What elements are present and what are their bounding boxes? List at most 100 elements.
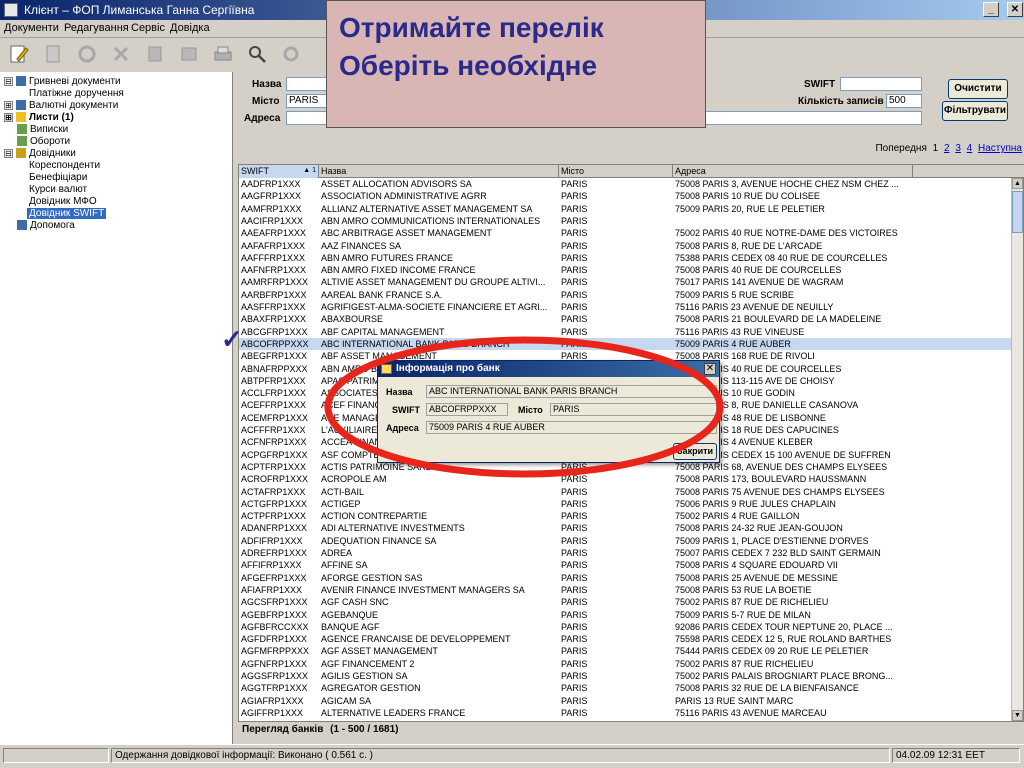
filter-button[interactable]: Фільтрувати — [942, 101, 1008, 121]
pager-prev[interactable]: Попередня — [875, 143, 926, 154]
tree-item-correspondents[interactable]: Кореспонденти — [29, 159, 100, 171]
scroll-up-icon[interactable]: ▲ — [1012, 178, 1023, 189]
cell-address: 75002 PARIS 40 RUE NOTRE-DAME DES VICTOI… — [675, 228, 898, 239]
table-row[interactable]: AFIAFRP1XXX AVENIR FINANCE INVESTMENT MAN… — [239, 584, 1013, 596]
pager-page-link[interactable]: 3 — [955, 143, 961, 154]
menu-service[interactable]: Сервіс — [131, 22, 165, 34]
cell-name: AGEBANQUE — [321, 609, 379, 620]
collapse-icon[interactable]: ⊟ — [4, 148, 13, 158]
table-row[interactable]: ABCOFRPPXXX ABC INTERNATIONAL BANK PARIS … — [239, 337, 1013, 351]
table-row[interactable]: AAMFRP1XXX ALLIANZ ALTERNATIVE ASSET MANA… — [239, 203, 1013, 215]
table-row[interactable]: AAFFFRP1XXX ABN AMRO FUTURES FRANCE PARIS 7… — [239, 252, 1013, 264]
cell-city: PARIS — [561, 548, 588, 558]
scroll-thumb[interactable] — [1012, 191, 1023, 233]
tree-item-uah-docs[interactable]: ⊟ Гривневі документи — [4, 75, 121, 87]
dialog-address-value[interactable]: 75009 PARIS 4 RUE AUBER — [426, 421, 717, 434]
table-row[interactable]: ABCGFRP1XXX ABF CAPITAL MANAGEMENT PARIS 75… — [239, 326, 1013, 338]
scroll-down-icon[interactable]: ▼ — [1012, 710, 1023, 721]
column-header-name[interactable]: Назва — [319, 165, 559, 178]
table-row[interactable]: AGIAFRP1XXX AGICAM SA PARIS PARIS 13 RUE SA… — [239, 695, 1013, 707]
cell-city: PARIS — [561, 634, 588, 645]
table-row[interactable]: AAFNFRP1XXX ABN AMRO FIXED INCOME FRANCE P… — [239, 264, 1013, 276]
close-window-button[interactable]: ✕ — [1007, 2, 1023, 17]
table-row[interactable]: AGFBFRCCXXX BANQUE AGF PARIS 92086 PARIS CE… — [239, 621, 1013, 633]
new-document-button[interactable] — [6, 41, 32, 67]
table-row[interactable]: AGGTFRP1XXX AGREGATOR GESTION PARIS 75008 P… — [239, 682, 1013, 694]
table-row[interactable]: AAMRFRP1XXX ALTIVIE ASSET MANAGEMENT DU G… — [239, 276, 1013, 288]
table-row[interactable]: ADFIFRP1XXX ADEQUATION FINANCE SA PARIS 750… — [239, 535, 1013, 547]
table-row[interactable]: ABAXFRP1XXX ABAXBOURSE PARIS 75008 PARIS 21… — [239, 313, 1013, 325]
cell-swift: ACTPFRP1XXX — [241, 511, 307, 522]
table-row[interactable]: AGCSFRP1XXX AGF CASH SNC PARIS 75002 PARIS … — [239, 596, 1013, 608]
expand-icon[interactable]: ⊞ — [4, 112, 13, 122]
table-row[interactable]: ACTPFRP1XXX ACTION CONTREPARTIE PARIS 75002… — [239, 510, 1013, 522]
table-row[interactable]: AGFMFRPPXXX AGF ASSET MANAGEMENT PARIS 7544… — [239, 645, 1013, 657]
table-row[interactable]: AAGFRP1XXX ASSOCIATION ADMINISTRATIVE AGR… — [239, 190, 1013, 202]
send-button[interactable] — [176, 41, 202, 67]
table-row[interactable]: AGEBFRP1XXX AGEBANQUE PARIS 75009 PARIS 5-7… — [239, 609, 1013, 621]
dialog-close-icon[interactable]: ✕ — [704, 363, 716, 375]
copy-button[interactable] — [40, 41, 66, 67]
pager-next[interactable]: Наступна — [978, 143, 1022, 154]
table-row[interactable]: AGFDFRP1XXX AGENCE FRANCAISE DE DEVELOPPE… — [239, 633, 1013, 645]
tree-item-payment-order[interactable]: Платіжне доручення — [29, 87, 124, 99]
cell-swift: ABAXFRP1XXX — [241, 314, 307, 325]
vertical-scrollbar[interactable]: ▲ ▼ — [1011, 178, 1023, 721]
pager-page-link[interactable]: 2 — [944, 143, 950, 154]
menu-edit[interactable]: Редагування — [64, 22, 129, 34]
print-button[interactable] — [210, 41, 236, 67]
column-header-address[interactable]: Адреса — [673, 165, 913, 178]
table-row[interactable]: ADREFRP1XXX ADREA PARIS 75007 PARIS CEDEX 7… — [239, 547, 1013, 559]
table-row[interactable]: AGIFFRP1XXX ALTERNATIVE LEADERS FRANCE PAR… — [239, 707, 1013, 719]
sign-button[interactable] — [142, 41, 168, 67]
settings-button[interactable] — [278, 41, 304, 67]
tree-item-directories[interactable]: ⊟ Довідники — [4, 147, 76, 159]
collapse-icon[interactable]: ⊟ — [4, 76, 13, 86]
cell-city: PARIS — [561, 535, 588, 546]
cell-name: ACROPOLE AM — [321, 474, 387, 485]
table-row[interactable]: AGGSFRP1XXX AGILIS GESTION SA PARIS 75002 P… — [239, 670, 1013, 682]
tree-item-beneficiaries[interactable]: Бенефіціари — [29, 171, 87, 183]
table-row[interactable]: AFGEFRP1XXX AFORGE GESTION SAS PARIS 75008 … — [239, 572, 1013, 584]
table-row[interactable]: AASFFRP1XXX AGRIFIGEST-ALMA-SOCIETE FINAN… — [239, 301, 1013, 313]
tree-item-exchange-rates[interactable]: Курси валют — [29, 183, 87, 195]
menu-documents[interactable]: Документи — [4, 22, 59, 34]
table-row[interactable]: ADANFRP1XXX ADI ALTERNATIVE INVESTMENTS PA… — [239, 522, 1013, 534]
column-header-city[interactable]: Місто — [559, 165, 673, 178]
tree-item-help[interactable]: Допомога — [17, 219, 75, 231]
column-header-swift[interactable]: SWIFT ▲ 1 — [239, 165, 319, 178]
tree-item-statements[interactable]: Виписки — [17, 123, 68, 135]
search-button[interactable] — [244, 41, 270, 67]
table-row[interactable]: AACIFRP1XXX ABN AMRO COMMUNICATIONS INTER… — [239, 215, 1013, 227]
tree-item-turnovers[interactable]: Обороти — [17, 135, 70, 147]
table-row[interactable]: AARBFRP1XXX AAREAL BANK FRANCE S.A. PARIS 7… — [239, 289, 1013, 301]
cell-city: PARIS — [561, 191, 588, 202]
expand-icon[interactable]: ⊞ — [4, 100, 13, 110]
dialog-close-button[interactable]: Закрити — [673, 443, 717, 460]
refresh-button[interactable] — [74, 41, 100, 67]
search-icon — [249, 46, 266, 63]
dialog-swift-value[interactable]: ABCOFRPPXXX — [426, 403, 508, 416]
table-row[interactable]: AAFAFRP1XXX AAZ FINANCES SA PARIS 75008 PAR… — [239, 240, 1013, 252]
pager-page-link[interactable]: 4 — [967, 143, 973, 154]
table-row[interactable]: ACROFRP1XXX ACROPOLE AM PARIS 75008 PARIS 1… — [239, 473, 1013, 485]
table-row[interactable]: ACTAFRP1XXX ACTI-BAIL PARIS 75008 PARIS 75 … — [239, 486, 1013, 498]
dialog-name-value[interactable]: ABC INTERNATIONAL BANK PARIS BRANCH — [426, 385, 717, 398]
clear-button[interactable]: Очистити — [948, 79, 1008, 99]
menu-help[interactable]: Довідка — [170, 22, 210, 34]
table-row[interactable]: AADFRP1XXX ASSET ALLOCATION ADVISORS SA PA… — [239, 178, 1013, 190]
tree-item-letters[interactable]: ⊞ Листи (1) — [4, 111, 74, 123]
edit-document-icon — [10, 45, 29, 63]
swift-filter-input[interactable] — [840, 77, 922, 91]
delete-button[interactable] — [108, 41, 134, 67]
table-row[interactable]: AGFNFRP1XXX AGF FINANCEMENT 2 PARIS 75002 P… — [239, 658, 1013, 670]
minimize-button[interactable]: _ — [983, 2, 999, 17]
tree-item-mfo-directory[interactable]: Довідник МФО — [29, 195, 97, 207]
dialog-city-value[interactable]: PARIS — [550, 403, 717, 416]
tree-item-currency-docs[interactable]: ⊞ Валютні документи — [4, 99, 118, 111]
table-row[interactable]: AFFIFRP1XXX AFFINE SA PARIS 75008 PARIS 4 S… — [239, 559, 1013, 571]
tree-item-swift-directory[interactable]: Довідник SWIFT — [27, 207, 107, 219]
table-row[interactable]: ACTGFRP1XXX ACTIGEP PARIS 75006 PARIS 9 RUE… — [239, 498, 1013, 510]
record-count-input[interactable]: 500 — [886, 94, 922, 108]
table-row[interactable]: AAEAFRP1XXX ABC ARBITRAGE ASSET MANAGEMEN… — [239, 227, 1013, 239]
